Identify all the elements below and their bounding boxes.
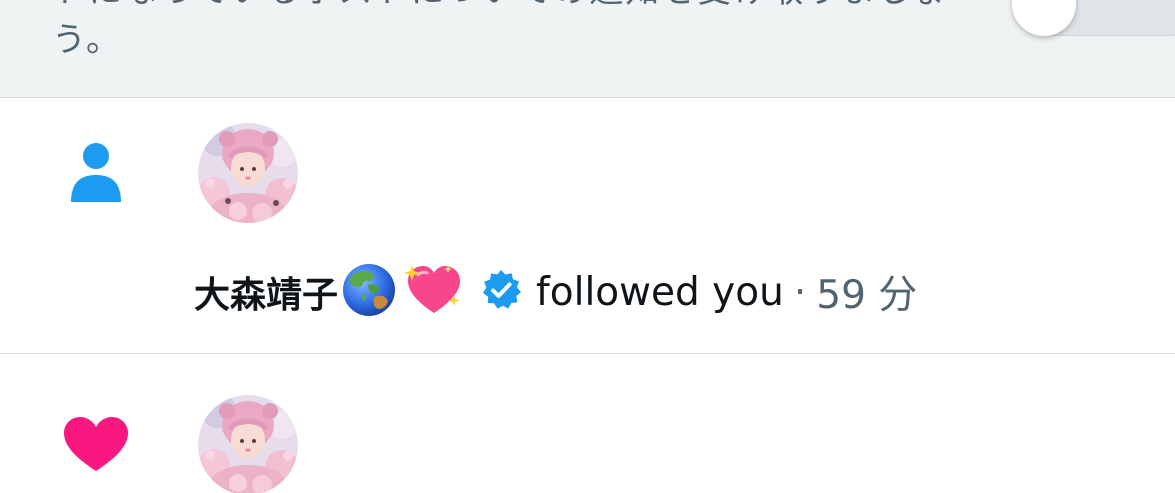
notification-timestamp: 59 分: [816, 273, 918, 318]
heart-icon: [63, 416, 129, 476]
notification-like[interactable]: [0, 354, 1175, 493]
verified-badge-icon: [480, 269, 522, 315]
separator-dot: ·: [793, 269, 807, 315]
user-avatar[interactable]: [198, 123, 298, 223]
notification-settings-banner: トになっているポストについての通知を受け取りましょう。: [0, 0, 1175, 98]
notification-follow[interactable]: 大森靖子 followed you · 59 分: [0, 98, 1175, 354]
banner-text: トになっているポストについての通知を受け取りましょう。: [52, 0, 947, 60]
sparkling-heart-emoji: [404, 261, 464, 323]
user-display-name[interactable]: 大森靖子: [194, 266, 338, 318]
notification-action-text: followed you: [536, 269, 784, 315]
globe-asia-australia-emoji: [342, 263, 396, 321]
notifications-page: トになっているポストについての通知を受け取りましょう。: [0, 0, 1175, 493]
user-avatar[interactable]: [198, 395, 298, 493]
toggle-knob: [1012, 0, 1076, 36]
person-icon: [70, 142, 122, 208]
notification-text: 大森靖子 followed you · 59 分: [194, 258, 917, 326]
notification-toggle[interactable]: [1012, 0, 1175, 36]
